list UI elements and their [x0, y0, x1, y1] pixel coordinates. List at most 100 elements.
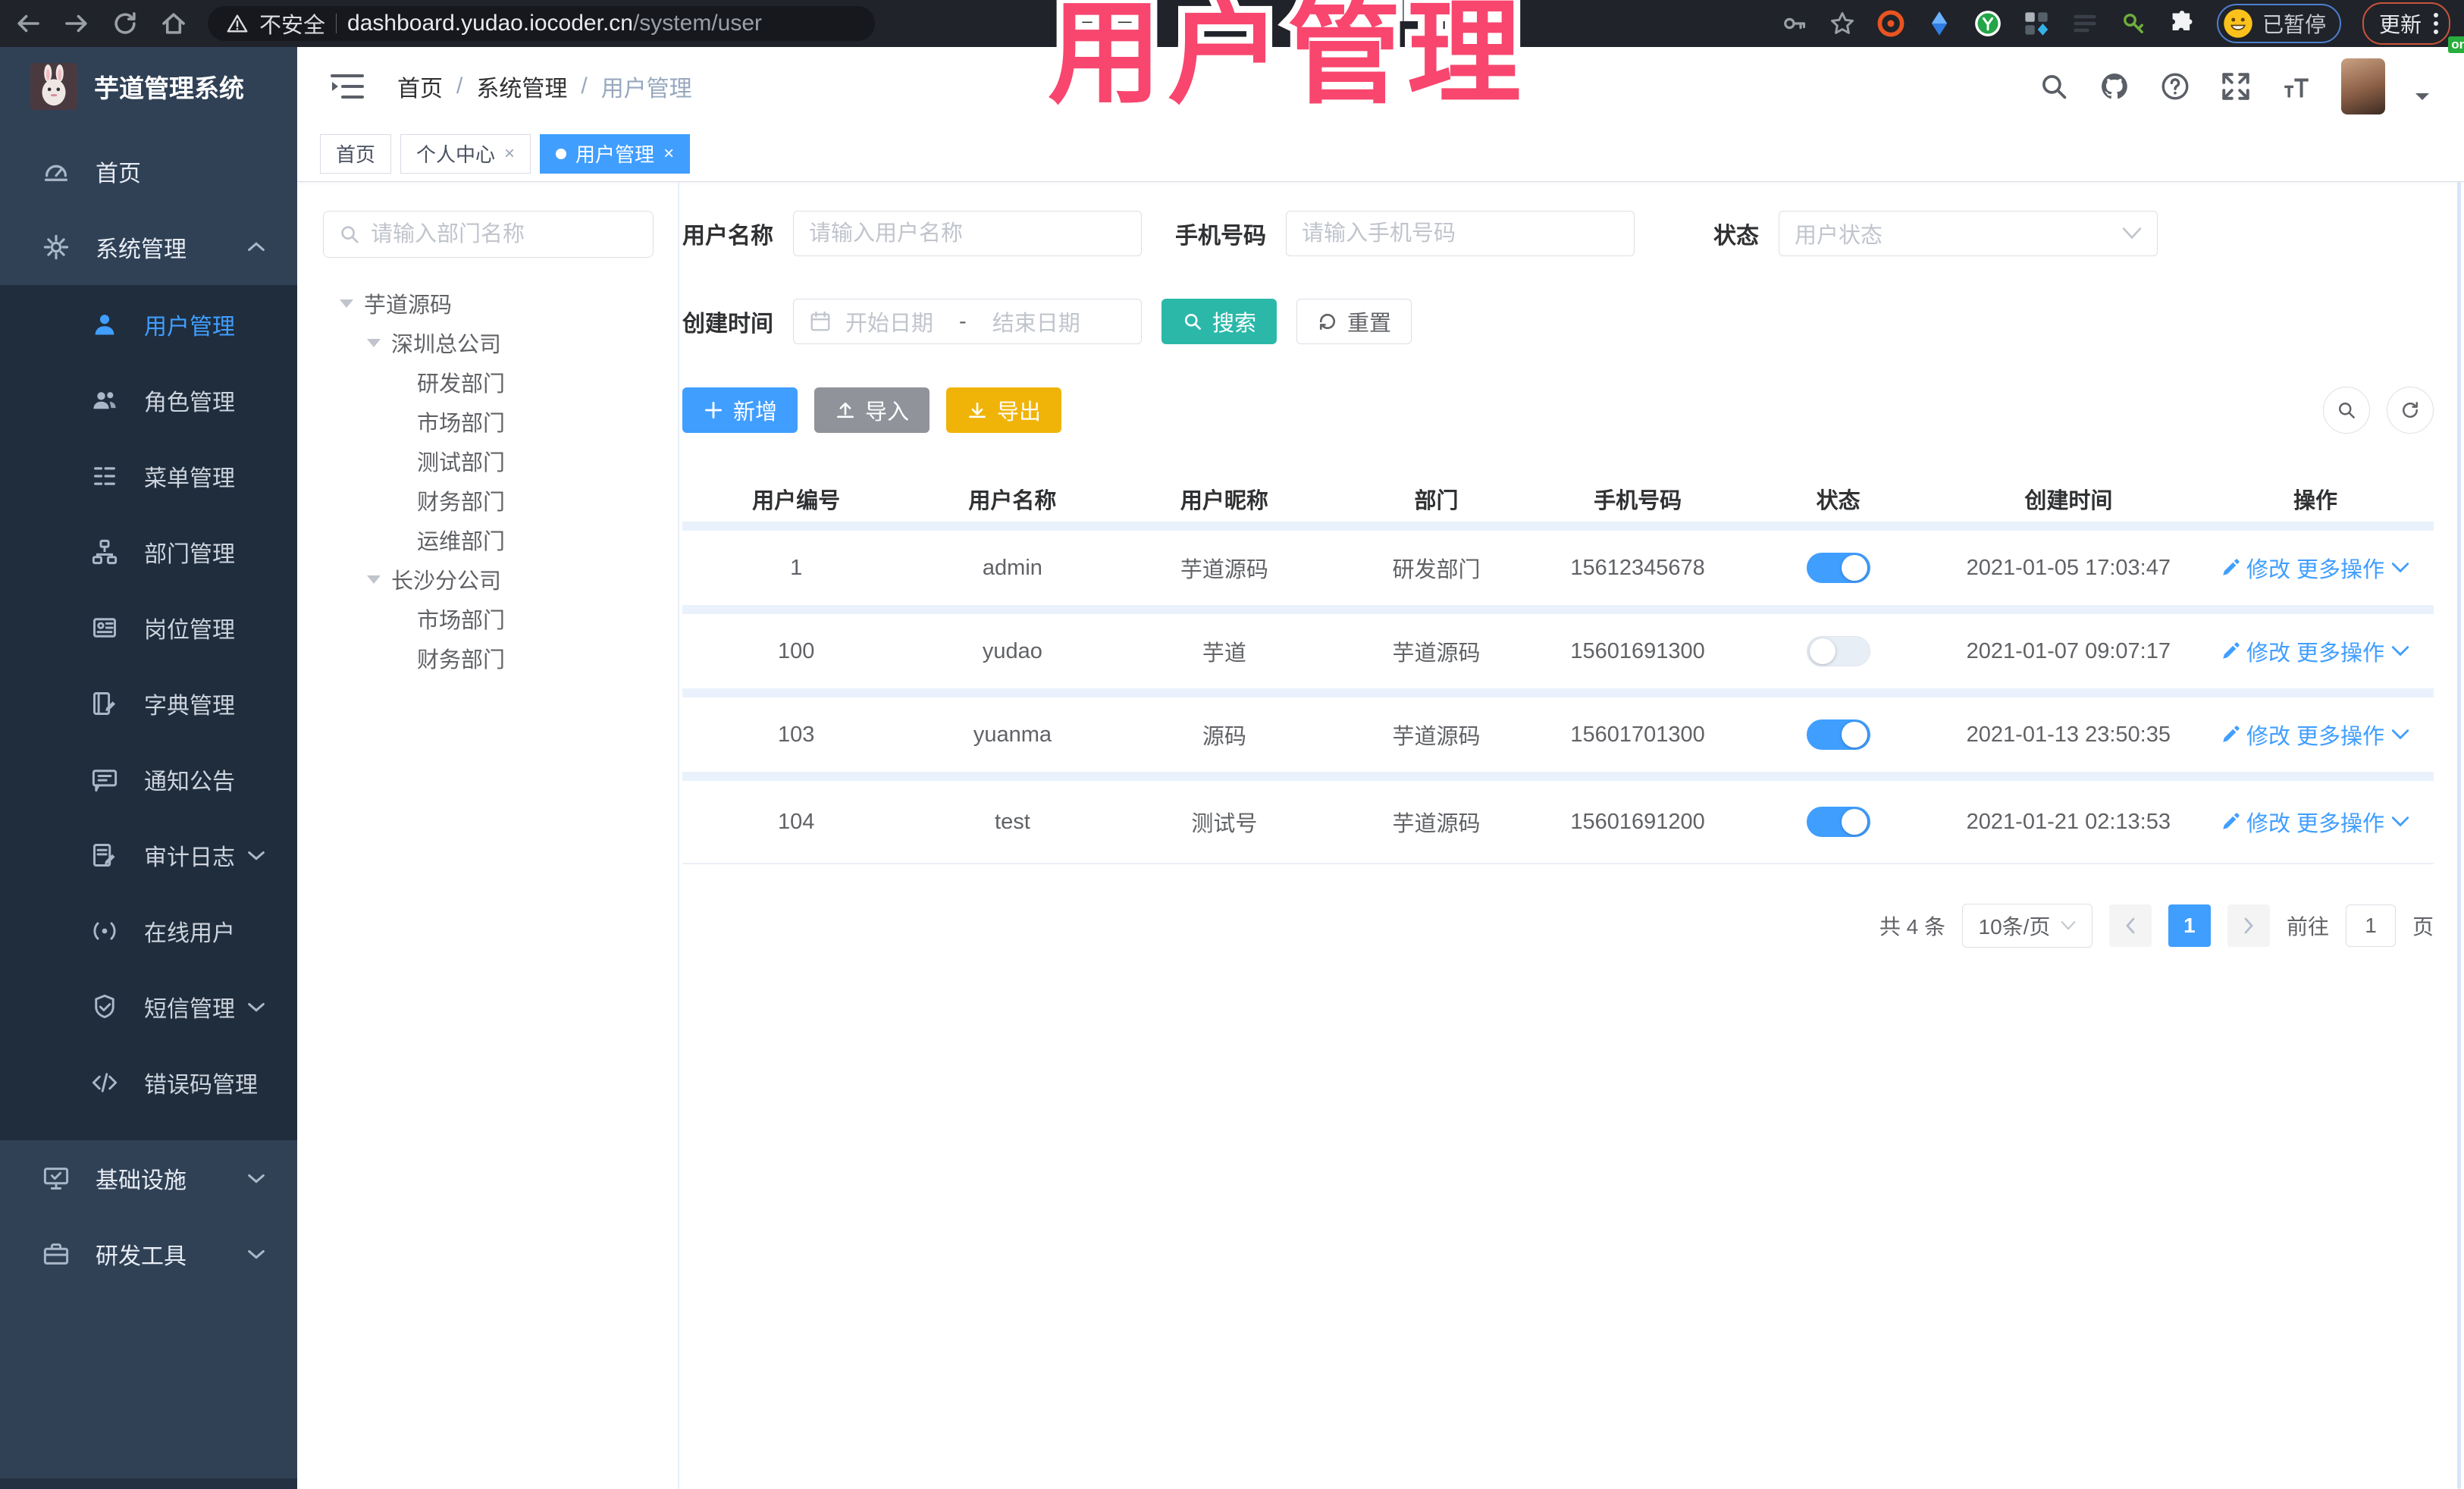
scrollbar[interactable] — [2457, 182, 2461, 1489]
help-icon[interactable] — [2159, 71, 2191, 102]
font-size-icon[interactable] — [2281, 71, 2312, 102]
status-toggle[interactable] — [1806, 636, 1870, 666]
dept-tree-panel: 芋道源码 深圳总公司 研发部门 市场部门 测试部门 财务部门 运维部门 长沙分公… — [323, 211, 654, 678]
home-icon[interactable] — [159, 9, 188, 38]
sidebar-item-dict-management[interactable]: 字典管理 — [0, 666, 297, 741]
status-toggle[interactable] — [1806, 807, 1870, 837]
bookmark-star-icon[interactable] — [1829, 10, 1856, 37]
sidebar-item-notice[interactable]: 通知公告 — [0, 741, 297, 817]
tab-user-management[interactable]: 用户管理 × — [540, 133, 691, 174]
tree-node[interactable]: 市场部门 — [323, 402, 654, 441]
dept-search-input[interactable] — [323, 211, 654, 258]
forward-icon[interactable] — [62, 9, 91, 38]
sidebar-item-error-code[interactable]: 错误码管理 — [0, 1045, 297, 1121]
tree-node[interactable]: 长沙分公司 — [323, 560, 654, 599]
tree-caret-icon[interactable] — [340, 299, 353, 308]
sidebar-item-menu-management[interactable]: 菜单管理 — [0, 438, 297, 514]
cell-user-id: 100 — [777, 638, 815, 663]
sidebar-item-audit-log[interactable]: 审计日志 — [0, 817, 297, 893]
sidebar-item-online-users[interactable]: 在线用户 — [0, 893, 297, 969]
sidebar-item-post-management[interactable]: 岗位管理 — [0, 590, 297, 666]
sidebar-item-dev-tools[interactable]: 研发工具 — [0, 1216, 297, 1292]
sidebar-item-user-management[interactable]: 用户管理 — [0, 287, 297, 362]
reload-icon[interactable] — [111, 9, 140, 38]
browser-menu-icon[interactable] — [2434, 13, 2438, 34]
sidebar-collapse-icon[interactable] — [331, 71, 364, 102]
password-key-icon[interactable] — [1780, 10, 1807, 37]
avatar-caret-icon[interactable] — [2414, 91, 2431, 103]
tree-caret-icon[interactable] — [367, 575, 381, 584]
tab-close-icon[interactable]: × — [663, 143, 674, 165]
browser-profile-chip[interactable]: 已暂停 — [2216, 4, 2341, 43]
more-actions-link[interactable]: 更多操作 — [2296, 552, 2410, 584]
sidebar-item-home[interactable]: 首页 — [0, 133, 297, 209]
tab-close-icon[interactable]: × — [504, 143, 515, 165]
mobile-input[interactable] — [1302, 221, 1619, 246]
tree-node[interactable]: 芋道源码 — [323, 284, 654, 323]
current-page-button[interactable]: 1 — [2168, 904, 2211, 947]
github-icon[interactable] — [2099, 71, 2130, 102]
dashboard-icon — [44, 165, 68, 181]
more-actions-link[interactable]: 更多操作 — [2296, 719, 2410, 751]
extension-icon-grid[interactable] — [2023, 10, 2050, 37]
security-label[interactable]: 不安全 — [259, 8, 325, 39]
tree-node[interactable]: 深圳总公司 — [323, 323, 654, 362]
prev-page-button[interactable] — [2108, 904, 2152, 947]
tab-profile[interactable]: 个人中心 × — [400, 133, 531, 174]
extensions-puzzle-icon[interactable] — [2168, 10, 2196, 37]
tree-node[interactable]: 财务部门 — [323, 638, 654, 678]
extension-icon-lines-on[interactable]: on — [2071, 10, 2464, 53]
more-actions-link[interactable]: 更多操作 — [2296, 806, 2410, 838]
sidebar-item-dept-management[interactable]: 部门管理 — [0, 514, 297, 590]
tree-node[interactable]: 研发部门 — [323, 362, 654, 402]
url-text[interactable]: dashboard.yudao.iocoder.cn/system/user — [347, 11, 762, 36]
reset-button[interactable]: 重置 — [1296, 299, 1412, 344]
sidebar-item-infrastructure[interactable]: 基础设施 — [0, 1140, 297, 1216]
fullscreen-icon[interactable] — [2220, 71, 2252, 102]
breadcrumb-home[interactable]: 首页 — [397, 70, 443, 103]
next-page-button[interactable] — [2227, 904, 2270, 947]
cell-user-id: 104 — [777, 809, 815, 834]
sidebar-item-role-management[interactable]: 角色管理 — [0, 362, 297, 438]
search-button[interactable]: 搜索 — [1161, 299, 1277, 344]
tree-node[interactable]: 测试部门 — [323, 441, 654, 481]
active-tab-dot — [556, 148, 567, 159]
edit-link[interactable]: 修改 — [2221, 552, 2290, 584]
edit-link[interactable]: 修改 — [2221, 635, 2290, 667]
status-toggle[interactable] — [1806, 553, 1870, 583]
cell-user-id: 103 — [777, 722, 815, 747]
date-range-picker[interactable]: 开始日期 - 结束日期 — [793, 299, 1142, 344]
extension-icon-green-key[interactable] — [2120, 10, 2147, 37]
back-icon[interactable] — [14, 9, 42, 38]
edit-link[interactable]: 修改 — [2221, 806, 2290, 838]
export-button[interactable]: 导出 — [946, 387, 1062, 433]
show-search-round-button[interactable] — [2323, 387, 2370, 434]
user-avatar[interactable] — [2341, 58, 2385, 114]
sidebar-item-system[interactable]: 系统管理 — [0, 209, 297, 285]
more-actions-link[interactable]: 更多操作 — [2296, 635, 2410, 667]
browser-update-button[interactable]: 更新 — [2362, 2, 2450, 45]
add-button[interactable]: 新增 — [682, 387, 798, 433]
page-size-select[interactable]: 10条/页 — [1961, 904, 2093, 948]
tree-node[interactable]: 运维部门 — [323, 520, 654, 560]
extension-icon-blue-kite[interactable] — [1926, 10, 1953, 37]
extension-icon-orange[interactable] — [1877, 10, 1904, 37]
breadcrumb-system[interactable]: 系统管理 — [476, 70, 567, 103]
tree-node[interactable]: 市场部门 — [323, 599, 654, 638]
sidebar-item-sms-management[interactable]: 短信管理 — [0, 969, 297, 1045]
address-bar[interactable]: 不安全 dashboard.yudao.iocoder.cn/system/us… — [208, 6, 875, 41]
status-select[interactable]: 用户状态 — [1779, 211, 2158, 256]
breadcrumb: 首页 / 系统管理 / 用户管理 — [397, 70, 692, 103]
username-input[interactable] — [809, 221, 1126, 246]
header-search-icon[interactable] — [2038, 71, 2070, 102]
status-toggle[interactable] — [1806, 719, 1870, 750]
extension-icon-green-circle[interactable] — [1974, 10, 2002, 37]
tree-caret-icon[interactable] — [367, 338, 381, 347]
app-logo-row[interactable]: 芋道管理系统 — [0, 47, 297, 126]
refresh-round-button[interactable] — [2387, 387, 2434, 434]
goto-page-input[interactable] — [2345, 904, 2396, 947]
edit-link[interactable]: 修改 — [2221, 719, 2290, 751]
tree-node[interactable]: 财务部门 — [323, 481, 654, 520]
import-button[interactable]: 导入 — [814, 387, 930, 433]
tab-home[interactable]: 首页 — [320, 133, 392, 174]
